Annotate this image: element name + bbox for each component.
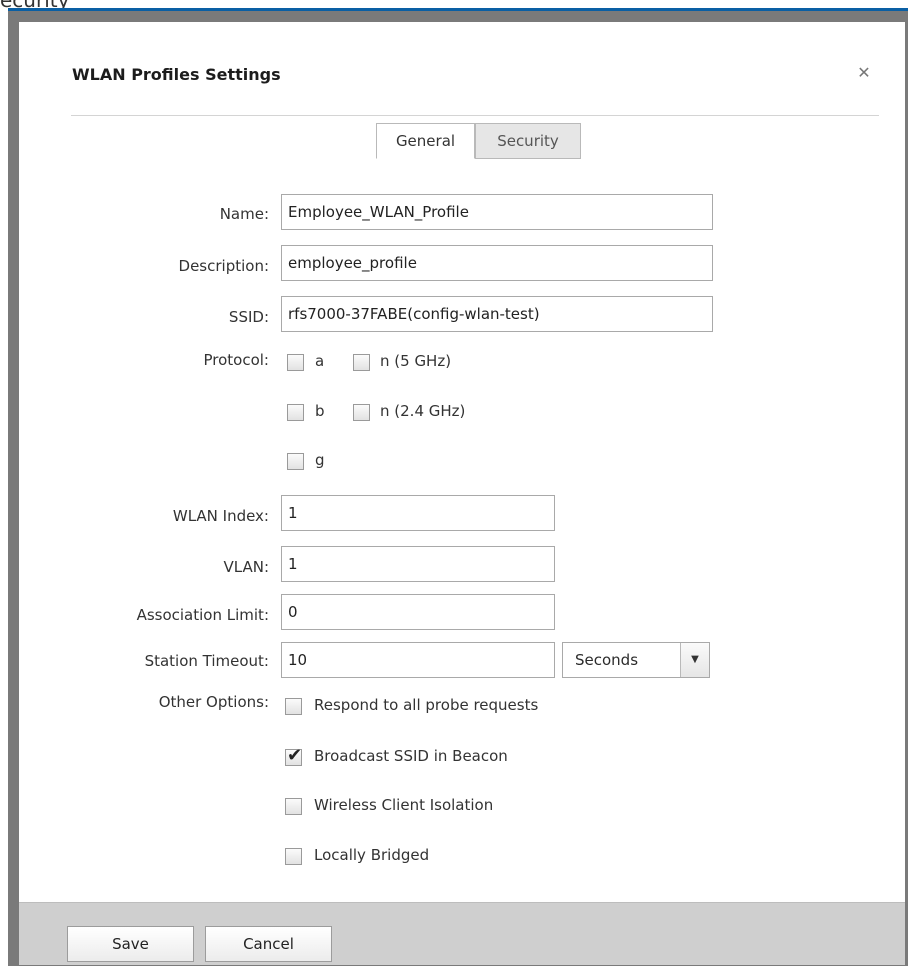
dialog-title: WLAN Profiles Settings xyxy=(72,65,281,84)
ssid-field[interactable]: rfs7000-37FABE(config-wlan-test) xyxy=(281,296,713,332)
protocol-n5-label: n (5 GHz) xyxy=(380,352,452,370)
title-divider xyxy=(71,115,879,116)
locally-bridged-checkbox[interactable] xyxy=(285,848,302,865)
protocol-a-label: a xyxy=(315,352,325,370)
protocol-g-checkbox[interactable] xyxy=(287,453,304,470)
timeout-unit-select[interactable]: Seconds ▼ xyxy=(562,642,710,678)
wlan-profile-dialog: WLAN Profiles Settings ✕ General Securit… xyxy=(8,8,908,966)
wlan-index-label: WLAN Index: xyxy=(172,507,269,525)
description-label: Description: xyxy=(178,257,269,275)
client-isolation-checkbox[interactable] xyxy=(285,798,302,815)
protocol-g-label: g xyxy=(315,451,325,469)
protocol-a-checkbox[interactable] xyxy=(287,354,304,371)
vlan-label: VLAN: xyxy=(223,558,270,576)
description-field[interactable]: employee_profile xyxy=(281,245,713,281)
name-field[interactable]: Employee_WLAN_Profile xyxy=(281,194,713,230)
protocol-n24-checkbox[interactable] xyxy=(353,404,370,421)
checkmark-icon: ✔ xyxy=(287,745,303,766)
other-options-label: Other Options: xyxy=(158,693,269,711)
client-isolation-label: Wireless Client Isolation xyxy=(314,796,494,814)
broadcast-ssid-checkbox[interactable]: ✔ xyxy=(285,745,303,766)
cancel-button[interactable]: Cancel xyxy=(205,926,332,962)
save-button[interactable]: Save xyxy=(67,926,194,962)
dialog-accent-bar xyxy=(8,8,908,11)
protocol-n24-label: n (2.4 GHz) xyxy=(380,402,466,420)
association-limit-field[interactable]: 0 xyxy=(281,594,555,630)
tab-general[interactable]: General xyxy=(376,123,475,159)
protocol-b-checkbox[interactable] xyxy=(287,404,304,421)
dialog-footer: Save Cancel xyxy=(19,902,905,965)
vlan-field[interactable]: 1 xyxy=(281,546,555,582)
wlan-index-field[interactable]: 1 xyxy=(281,495,555,531)
close-icon[interactable]: ✕ xyxy=(855,64,873,82)
broadcast-ssid-label: Broadcast SSID in Beacon xyxy=(314,747,508,765)
name-label: Name: xyxy=(219,205,269,223)
protocol-b-label: b xyxy=(315,402,325,420)
association-limit-label: Association Limit: xyxy=(136,606,269,624)
dialog-body: WLAN Profiles Settings ✕ General Securit… xyxy=(19,22,905,965)
probe-requests-checkbox[interactable] xyxy=(285,698,302,715)
ssid-label: SSID: xyxy=(228,308,269,326)
chevron-down-icon[interactable]: ▼ xyxy=(680,643,709,677)
protocol-label: Protocol: xyxy=(203,351,269,369)
timeout-unit-value: Seconds xyxy=(575,651,639,669)
station-timeout-label: Station Timeout: xyxy=(144,652,269,670)
protocol-n5-checkbox[interactable] xyxy=(353,354,370,371)
tab-security[interactable]: Security xyxy=(475,123,581,159)
locally-bridged-label: Locally Bridged xyxy=(314,846,430,864)
probe-requests-label: Respond to all probe requests xyxy=(314,696,539,714)
station-timeout-field[interactable]: 10 xyxy=(281,642,555,678)
